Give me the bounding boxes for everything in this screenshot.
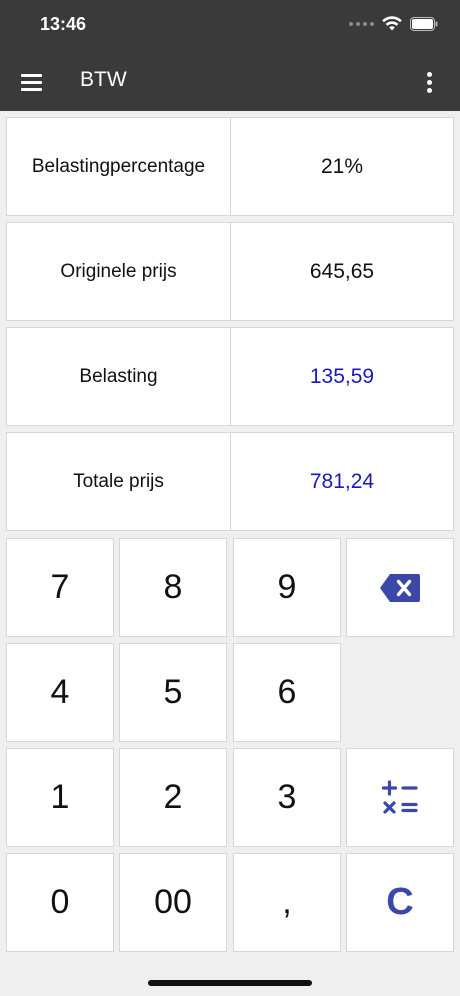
field-value[interactable]: 645,65: [231, 223, 453, 320]
key-comma[interactable]: ,: [233, 853, 341, 952]
key-5[interactable]: 5: [119, 643, 227, 742]
app-bar: BTW: [0, 52, 460, 111]
key-7[interactable]: 7: [6, 538, 114, 637]
field-label: Totale prijs: [7, 433, 231, 530]
field-row-tax[interactable]: Belasting 135,59: [6, 327, 454, 426]
field-label: Belastingpercentage: [7, 118, 231, 215]
app-title: BTW: [80, 68, 127, 91]
battery-icon: [410, 16, 438, 31]
clear-button[interactable]: C: [346, 853, 454, 952]
more-options-icon[interactable]: [418, 66, 442, 98]
status-time: 13:46: [40, 14, 87, 34]
field-value[interactable]: 781,24: [231, 433, 453, 530]
key-3[interactable]: 3: [233, 748, 341, 847]
cellular-signal-icon: [349, 21, 374, 26]
key-2[interactable]: 2: [119, 748, 227, 847]
backspace-icon: [380, 573, 420, 602]
hamburger-menu-button[interactable]: [18, 68, 46, 96]
field-label: Belasting: [7, 328, 231, 425]
key-0[interactable]: 0: [6, 853, 114, 952]
field-value[interactable]: 135,59: [231, 328, 453, 425]
key-9[interactable]: 9: [233, 538, 341, 637]
wifi-icon: [382, 16, 402, 31]
key-4[interactable]: 4: [6, 643, 114, 742]
key-6[interactable]: 6: [233, 643, 341, 742]
key-00[interactable]: 00: [119, 853, 227, 952]
backspace-button[interactable]: [346, 538, 454, 637]
field-row-original-price[interactable]: Originele prijs 645,65: [6, 222, 454, 321]
operations-button[interactable]: [346, 748, 454, 847]
field-label: Originele prijs: [7, 223, 231, 320]
home-indicator: [148, 980, 312, 986]
field-value[interactable]: 21%: [231, 118, 453, 215]
calculator-operations-icon: [381, 779, 418, 814]
key-8[interactable]: 8: [119, 538, 227, 637]
field-row-tax-rate[interactable]: Belastingpercentage 21%: [6, 117, 454, 216]
key-1[interactable]: 1: [6, 748, 114, 847]
status-icons: [349, 16, 438, 31]
status-bar: 13:46: [0, 0, 460, 52]
field-row-total-price[interactable]: Totale prijs 781,24: [6, 432, 454, 531]
